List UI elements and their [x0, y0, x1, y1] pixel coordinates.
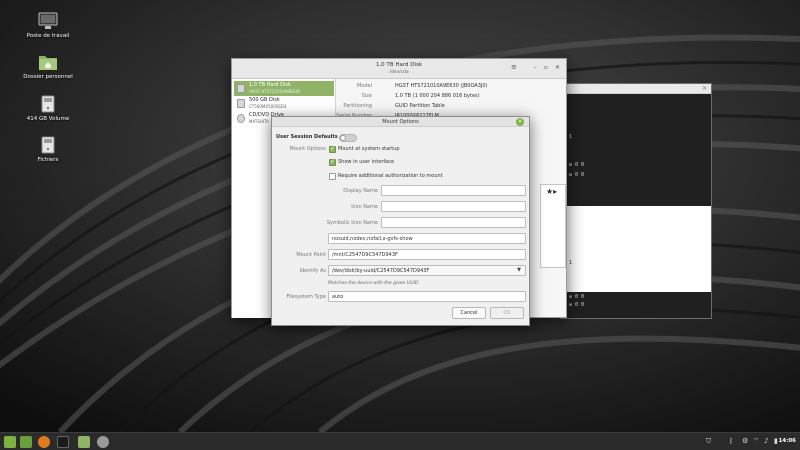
- drive-name: 500 GB Disk: [249, 97, 280, 103]
- terminal-icon[interactable]: [57, 436, 69, 448]
- terminal-line: 1: [569, 134, 573, 140]
- filesystem-type-field[interactable]: auto: [328, 291, 526, 302]
- close-icon[interactable]: ✕: [555, 64, 560, 71]
- drive-model: HGST HTS721010A9E630: [249, 89, 301, 94]
- info-key: Partitioning: [343, 103, 372, 109]
- dialog-titlebar[interactable]: Mount Options ×: [272, 117, 529, 127]
- bluetooth-icon[interactable]: ᛒ: [729, 437, 733, 445]
- terminal-line: w 0 0: [569, 172, 585, 178]
- desktop-icon-home[interactable]: Dossier personnel: [18, 53, 78, 80]
- disks-icon[interactable]: [97, 436, 109, 448]
- terminal-line: w 0 0: [569, 302, 585, 308]
- harddisk-icon: [237, 84, 245, 93]
- filesystem-type-label: Filesystem Type: [286, 294, 326, 300]
- icon-name-label: Icon Name: [351, 204, 378, 210]
- terminal-titlebar[interactable]: ✕: [561, 84, 711, 94]
- require-auth-checkbox[interactable]: [329, 173, 336, 180]
- disks-headerbar[interactable]: 1,0 TB Hard Disk /dev/sda ≡ – ▫ ✕: [232, 59, 566, 79]
- terminal-line: w 0 0: [569, 294, 585, 300]
- info-value: GUID Partition Table: [395, 103, 445, 109]
- volume-icon[interactable]: ♪: [764, 437, 768, 445]
- identify-as-combo[interactable]: /dev/disk/by-uuid/C2547D9C547D943F ▼: [328, 265, 526, 276]
- harddisk-icon: [237, 99, 245, 108]
- display-name-field[interactable]: [381, 185, 526, 196]
- terminal-line: 1: [569, 260, 573, 266]
- window-controls: – ▫ ✕: [527, 64, 560, 71]
- terminal-window[interactable]: ✕ 1 w 0 0 w 0 0 1 w 0 0 w 0 0: [560, 83, 712, 319]
- minimize-icon[interactable]: –: [534, 64, 537, 71]
- star-icon[interactable]: ★▸: [546, 187, 557, 196]
- identify-hint: Matches the device with the given UUID: [328, 281, 419, 286]
- maximize-icon[interactable]: ▫: [544, 64, 548, 71]
- computer-icon: [38, 12, 58, 29]
- icon-name-field[interactable]: [381, 201, 526, 212]
- taskbar: ⛉ ᛒ ⚙ ⌔ ♪ ▮ 14:06: [0, 432, 800, 450]
- home-folder-icon: [39, 56, 57, 70]
- dialog-title: Mount Options: [382, 119, 419, 125]
- close-icon[interactable]: ×: [516, 118, 524, 126]
- menu-icon[interactable]: ≡: [511, 63, 517, 71]
- clock[interactable]: 14:06: [778, 438, 796, 444]
- switch-knob: [340, 135, 346, 141]
- mount-options-field[interactable]: nosuid,nodev,nofail,x-gvfs-show: [328, 233, 526, 244]
- firefox-icon[interactable]: [38, 436, 50, 448]
- symbolic-icon-name-field[interactable]: [381, 217, 526, 228]
- mount-options-label: Mount Options: [289, 146, 326, 152]
- menu-icon[interactable]: [4, 436, 16, 448]
- show-desktop-icon[interactable]: [20, 436, 32, 448]
- mount-point-label: Mount Point: [296, 252, 326, 258]
- ok-button[interactable]: OK: [490, 307, 524, 319]
- files-icon[interactable]: [78, 436, 90, 448]
- identify-as-label: Identify As: [299, 268, 327, 274]
- info-value: 1,0 TB (1 000 204 886 016 bytes): [395, 93, 480, 99]
- info-key: Model: [356, 83, 372, 89]
- settings-icon[interactable]: ⚙: [742, 437, 748, 445]
- terminal-line: w 0 0: [569, 162, 585, 168]
- terminal-body[interactable]: 1 w 0 0 w 0 0 1 w 0 0 w 0 0: [561, 94, 711, 318]
- checkbox-label: Mount at system startup: [338, 146, 400, 152]
- info-value: HGST HTS721010A9E630 (JB0OA3J0): [395, 83, 488, 89]
- desktop-icon-volume[interactable]: 414 GB Volume: [18, 95, 78, 122]
- desktop-icon-computer[interactable]: Poste de travail: [18, 12, 78, 39]
- drive-icon: [41, 136, 55, 154]
- user-session-defaults-label: User Session Defaults: [276, 134, 338, 140]
- close-icon[interactable]: ✕: [702, 85, 707, 92]
- mount-options-dialog[interactable]: Mount Options × User Session Defaults Mo…: [271, 116, 530, 326]
- checkbox-label: Require additional authorization to moun…: [338, 173, 443, 179]
- show-in-ui-checkbox[interactable]: [329, 158, 336, 166]
- desktop-icon-files[interactable]: Fichiers: [18, 136, 78, 163]
- optical-drive-icon: [237, 114, 245, 123]
- mount-at-startup-checkbox[interactable]: [329, 145, 336, 153]
- battery-icon[interactable]: ▮: [774, 437, 778, 445]
- drive-model: MATSHITA: [249, 119, 269, 124]
- identify-as-value: /dev/disk/by-uuid/C2547D9C547D943F: [332, 268, 430, 274]
- info-key: Size: [361, 93, 372, 99]
- drive-model: CT500MX500SSD4: [249, 104, 287, 109]
- volume-partition[interactable]: [540, 184, 566, 268]
- mount-point-field[interactable]: /mnt/C2547D9C547D943F: [328, 249, 526, 260]
- chevron-down-icon: ▼: [517, 267, 521, 273]
- display-name-label: Display Name: [343, 188, 378, 194]
- symbolic-icon-name-label: Symbolic Icon Name: [326, 220, 378, 226]
- shield-icon[interactable]: ⛉: [706, 437, 711, 446]
- drive-name: 1,0 TB Hard Disk: [249, 82, 291, 88]
- wifi-icon[interactable]: ⌔: [753, 437, 760, 446]
- checkbox-label: Show in user interface: [338, 159, 395, 165]
- cancel-button[interactable]: Cancel: [452, 307, 486, 319]
- user-session-defaults-switch[interactable]: [339, 134, 357, 142]
- terminal-output-dark: [561, 94, 711, 206]
- drive-icon: [41, 95, 55, 113]
